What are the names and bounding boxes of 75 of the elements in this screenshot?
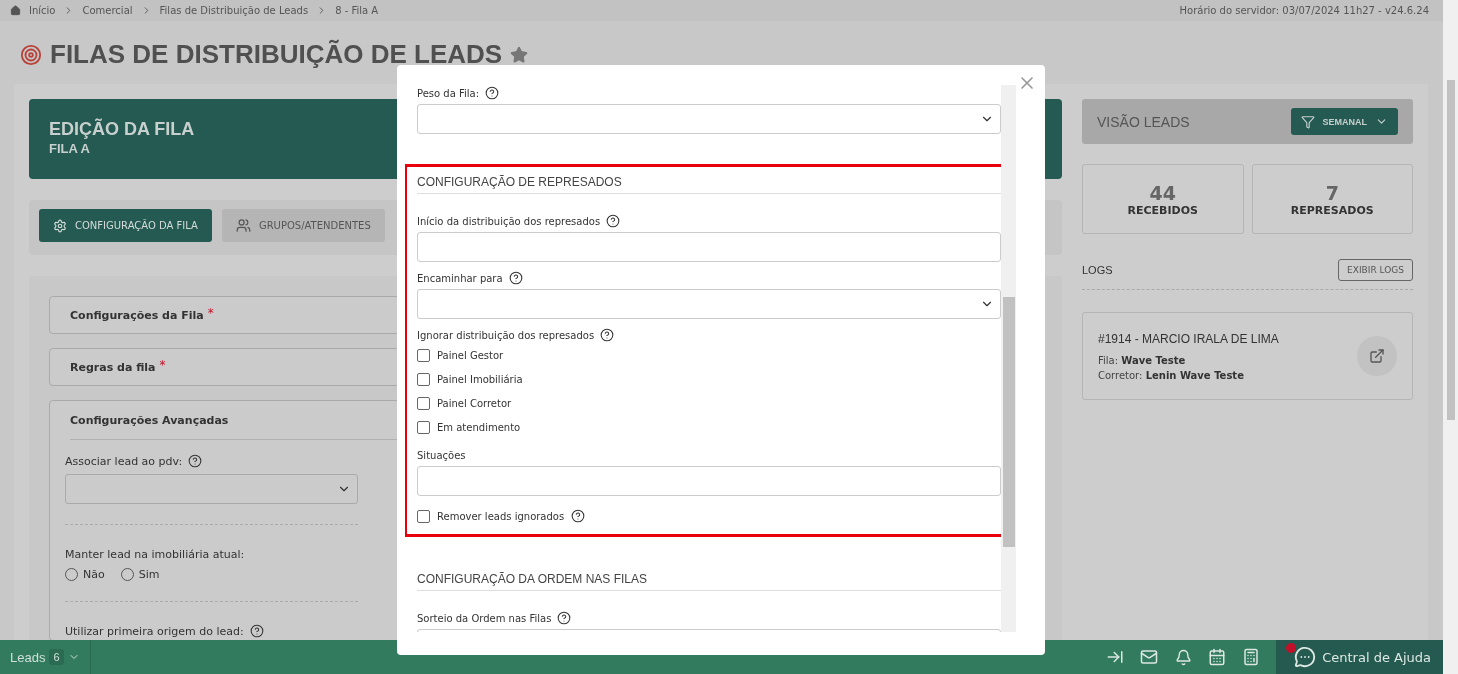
field-label: Peso da Fila: (417, 87, 480, 99)
field-label: Sorteio da Ordem nas Filas (417, 612, 552, 624)
checkbox[interactable] (417, 396, 430, 410)
star-icon[interactable] (510, 45, 529, 64)
section-title: VISÃO LEADS (1097, 113, 1190, 130)
stat-value: 7 (1325, 181, 1339, 204)
target-icon (20, 43, 42, 66)
select-field[interactable] (417, 104, 1001, 134)
help-icon[interactable] (188, 454, 203, 468)
checkbox[interactable] (417, 420, 430, 434)
required-mark: * (159, 358, 166, 372)
field-label: Ignorar distribuição dos represados (417, 329, 595, 341)
log-detail: Corretor: Lenin Wave Teste (1098, 369, 1245, 381)
radio-label: Não (83, 568, 105, 581)
users-icon (235, 218, 251, 233)
input-field[interactable] (417, 466, 1001, 496)
section-title: CONFIGURAÇÃO DE REPRESADOS (417, 170, 1001, 194)
page-title: FILAS DE DISTRIBUIÇÃO DE LEADS (50, 39, 503, 70)
field-label: Situações (417, 449, 466, 461)
scrollbar[interactable] (1001, 85, 1016, 632)
field-label: Utilizar primeira origem do lead: (65, 624, 244, 638)
accordion-title[interactable]: Configurações da Fila (70, 308, 204, 322)
stat-label: RECEBIDOS (1127, 203, 1198, 217)
breadcrumb-link[interactable]: 8 - Fila A (335, 5, 379, 16)
home-icon (10, 5, 21, 16)
logs-title: LOGS (1082, 264, 1113, 276)
field-label: Início da distribuição dos represados (417, 215, 601, 227)
checkbox-label: Em atendimento (437, 421, 521, 433)
breadcrumb-link[interactable]: Filas de Distribuição de Leads (159, 5, 309, 16)
open-link-button[interactable] (1357, 336, 1397, 376)
filter-dropdown[interactable]: SEMANAL (1290, 108, 1398, 135)
section-title: CONFIGURAÇÃO DA ORDEM NAS FILAS (417, 567, 1001, 591)
scrollbar[interactable] (1443, 0, 1458, 674)
help-icon[interactable] (508, 271, 523, 285)
field-label: Manter lead na imobiliária atual: (65, 547, 245, 561)
breadcrumb-link[interactable]: Início (29, 5, 56, 16)
select-field[interactable] (417, 289, 1001, 319)
checkbox-label: Painel Corretor (437, 397, 512, 409)
stat-label: REPRESADOS (1290, 203, 1374, 217)
accordion-title[interactable]: Regras da fila (70, 360, 156, 374)
required-mark: * (207, 306, 214, 320)
filter-icon (1300, 114, 1315, 129)
accordion-title[interactable]: Configurações Avançadas (70, 413, 229, 427)
help-icon[interactable] (606, 214, 621, 228)
help-icon[interactable] (485, 86, 500, 100)
checkbox-label: Painel Gestor (437, 349, 504, 361)
server-info: Horário do servidor: 03/07/2024 11h27 - v24.6.24 (1179, 5, 1429, 16)
log-detail: Fila: Wave Teste (1098, 354, 1187, 366)
radio-label: Sim (138, 568, 160, 581)
select-field[interactable] (65, 474, 358, 504)
tab[interactable]: CONFIGURAÇÃO DA FILA (39, 209, 212, 242)
checkbox[interactable] (417, 348, 430, 362)
field-label: Encaminhar para (417, 272, 503, 284)
help-center-button[interactable]: Central de Ajuda (1276, 640, 1443, 674)
tab[interactable]: GRUPOS/ATENDENTES (221, 209, 385, 242)
help-icon[interactable] (571, 509, 586, 523)
log-title: #1914 - MARCIO IRALA DE LIMA (1098, 331, 1279, 346)
field-label: Associar lead ao pdv: (65, 454, 183, 468)
help-icon[interactable] (249, 624, 264, 638)
leads-dropdown[interactable]: Leads 6 (0, 640, 91, 674)
card-title: EDIÇÃO DA FILA (49, 119, 195, 140)
help-icon[interactable] (600, 328, 615, 342)
checkbox-label: Painel Imobiliária (437, 373, 523, 385)
input-field[interactable] (417, 232, 1001, 262)
card-subtitle: FILA A (49, 141, 90, 156)
settings-icon (53, 218, 67, 233)
external-link-icon (1369, 348, 1385, 364)
breadcrumb-link[interactable]: Comercial (82, 5, 133, 16)
chat-icon (1294, 646, 1317, 668)
show-logs-button[interactable]: EXIBIR LOGS (1338, 259, 1413, 281)
help-icon[interactable] (557, 611, 572, 625)
checkbox-label: Remover leads ignorados (437, 510, 565, 522)
checkbox[interactable] (417, 509, 430, 523)
stat-value: 44 (1149, 181, 1176, 204)
checkbox[interactable] (417, 372, 430, 386)
